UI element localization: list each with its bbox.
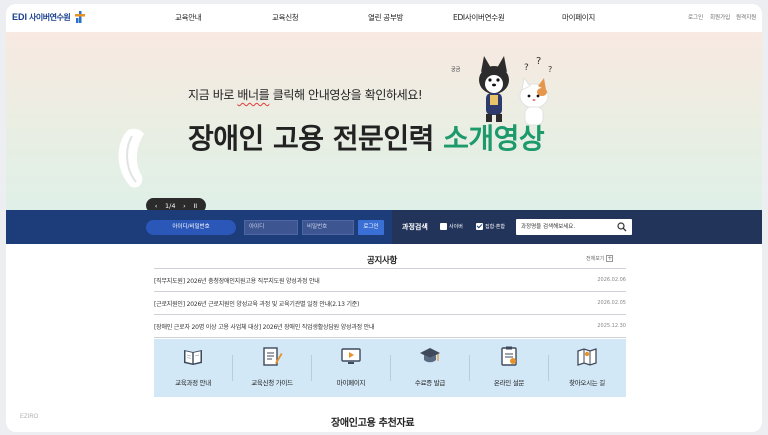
checkbox-unchecked-icon xyxy=(440,223,447,230)
logo-mark-icon xyxy=(75,11,86,23)
survey-clipboard-icon xyxy=(501,346,517,366)
nav-open-study[interactable]: 열린 공부방 xyxy=(368,12,403,23)
quick-label: 찾아오시는 길 xyxy=(569,379,605,387)
course-search-label: 과정검색 xyxy=(402,223,428,231)
divider xyxy=(154,314,626,315)
cyber-checkbox-label: 사이버 xyxy=(449,224,463,230)
quick-course-info[interactable]: 교육과정 안내 xyxy=(154,339,232,397)
site-header: EDI 사이버연수원 교육안내 교육신청 열린 공부방 EDI사이버연수원 마이… xyxy=(6,4,762,32)
quick-survey[interactable]: 온라인 설문 xyxy=(470,339,548,397)
nav-education-info[interactable]: 교육안내 xyxy=(175,12,202,23)
plus-icon: + xyxy=(606,255,614,262)
pager-next-icon[interactable]: › xyxy=(183,202,186,210)
svg-text:?: ? xyxy=(524,63,529,73)
quick-label: 온라인 설문 xyxy=(493,379,525,387)
signup-link[interactable]: 회원가입 xyxy=(710,13,730,21)
logo-text: 사이버연수원 xyxy=(29,12,71,22)
quick-label: 수료증 발급 xyxy=(414,379,446,387)
banner-subtitle-pre: 지금 바로 xyxy=(188,88,238,102)
group-mixed-checkbox[interactable]: 집합·혼합 xyxy=(476,223,505,230)
nav-edi-cyber[interactable]: EDI사이버연수원 xyxy=(453,12,505,23)
notice-row-title[interactable]: [직무지도원] 2026년 충청장애인지원고용 직무지도원 양성과정 안내 xyxy=(154,276,320,285)
course-search-panel: 과정검색 사이버 집합·혼합 과정명을 검색해보세요. xyxy=(392,210,762,244)
svg-text:?: ? xyxy=(548,65,552,74)
pager-prev-icon[interactable]: ‹ xyxy=(155,202,158,210)
page-frame: EDI 사이버연수원 교육안내 교육신청 열린 공부방 EDI사이버연수원 마이… xyxy=(6,4,762,432)
notice-row[interactable]: [직무지도원] 2026년 충청장애인지원고용 직무지도원 양성과정 안내 20… xyxy=(154,272,626,288)
quick-apply-guide[interactable]: 교육신청 가이드 xyxy=(233,339,311,397)
banner-subtitle: 지금 바로 배너를 클릭해 안내영상을 확인하세요! xyxy=(188,86,423,103)
quick-label: 교육신청 가이드 xyxy=(251,379,293,387)
form-pen-icon xyxy=(263,347,283,366)
cyber-checkbox[interactable]: 사이버 xyxy=(440,223,463,230)
quick-directions[interactable]: 찾아오시는 길 xyxy=(548,339,626,397)
book-icon xyxy=(184,350,202,365)
id-input[interactable]: 아이디 xyxy=(244,220,298,235)
banner-title-main: 장애인 고용 전문인력 xyxy=(188,122,444,155)
notice-row[interactable]: [장애인 근로자 20명 이상 고용 사업체 대상] 2026년 장애인 직업생… xyxy=(154,318,626,334)
notice-row-title[interactable]: [근로지원인] 2026년 근로지원인 양성교육 과정 및 교육기관별 일정 안… xyxy=(154,299,359,308)
notice-row-date: 2026.02.06 xyxy=(597,277,626,283)
ribbon-decoration xyxy=(118,128,144,188)
search-icon[interactable] xyxy=(617,222,627,232)
notice-row-title[interactable]: [장애인 근로자 20명 이상 고용 사업체 대상] 2026년 장애인 직업생… xyxy=(154,322,375,331)
quick-mypage[interactable]: 마이페이지 xyxy=(312,339,390,397)
quick-certificate[interactable]: 수료증 발급 xyxy=(391,339,469,397)
remote-support-link[interactable]: 원격지원 xyxy=(736,13,756,21)
banner-subtitle-highlight: 배너를 xyxy=(237,88,270,102)
character-speech-label: 궁금 xyxy=(451,67,461,73)
mascot-characters-illustration: ? ? ? xyxy=(479,56,552,126)
course-search-input[interactable]: 과정명을 검색해보세요. xyxy=(516,219,632,235)
login-search-bar: 아이디/비밀번호 아이디 비밀번호 로그인 과정검색 사이버 집합·혼합 과정명… xyxy=(6,210,762,244)
site-logo[interactable]: EDI 사이버연수원 xyxy=(12,11,86,23)
login-button[interactable]: 로그인 xyxy=(358,220,384,235)
map-icon xyxy=(577,348,597,366)
login-link[interactable]: 로그인 xyxy=(688,13,703,21)
nav-mypage[interactable]: 마이페이지 xyxy=(562,12,595,23)
logo-prefix: EDI xyxy=(12,12,28,22)
group-mixed-checkbox-label: 집합·혼합 xyxy=(485,224,505,230)
eziro-logo: EZIRO xyxy=(20,414,39,420)
notice-more-label: 전체보기 xyxy=(586,256,605,262)
graduation-cap-icon xyxy=(420,348,440,363)
notice-row-date: 2025.12.30 xyxy=(597,323,626,329)
svg-text:?: ? xyxy=(536,56,541,67)
password-input[interactable]: 비밀번호 xyxy=(302,220,354,235)
notice-row[interactable]: [근로지원인] 2026년 근로지원인 양성교육 과정 및 교육기관별 일정 안… xyxy=(154,295,626,311)
quick-label: 마이페이지 xyxy=(336,379,366,387)
monitor-play-icon xyxy=(341,348,361,364)
quick-label: 교육과정 안내 xyxy=(175,379,211,387)
recommended-materials-title: 장애인고용 추천자료 xyxy=(331,418,415,429)
nav-education-apply[interactable]: 교육신청 xyxy=(272,12,299,23)
pager-current: 1/4 xyxy=(165,201,176,210)
banner-pager: ‹ 1/4 › II xyxy=(146,198,206,210)
pager-pause-icon[interactable]: II xyxy=(193,202,197,210)
divider xyxy=(154,337,626,338)
checkbox-checked-icon xyxy=(476,223,483,230)
hero-banner[interactable]: 지금 바로 배너를 클릭해 안내영상을 확인하세요! 장애인 고용 전문인력 소… xyxy=(6,32,762,210)
notice-title: 공지사항 xyxy=(367,256,398,266)
divider xyxy=(154,291,626,292)
quick-menu: 교육과정 안내 교육신청 가이드 마이페이지 수료증 발급 온라인 설문 찾아오… xyxy=(154,339,626,397)
divider xyxy=(154,268,626,269)
banner-subtitle-post: 클릭해 안내영상을 확인하세요! xyxy=(269,88,423,102)
notice-row-date: 2026.02.05 xyxy=(597,300,626,306)
notice-more-link[interactable]: 전체보기 + xyxy=(586,255,614,262)
find-id-password-button[interactable]: 아이디/비밀번호 xyxy=(146,220,236,235)
